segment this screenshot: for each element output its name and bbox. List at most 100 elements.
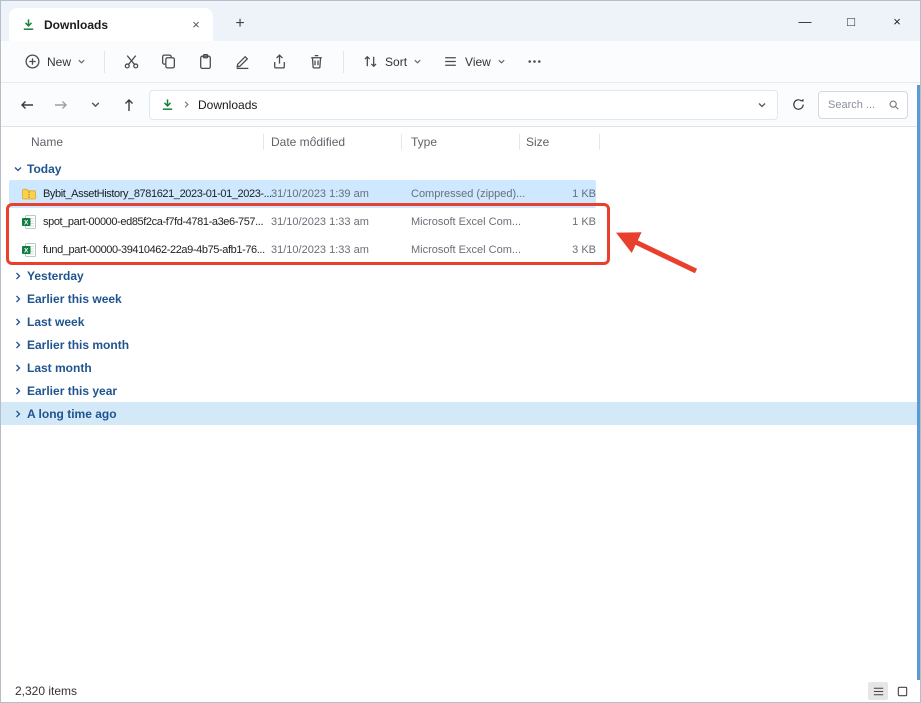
file-name: spot_part-00000-ed85f2ca-f7fd-4781-a3e6-… bbox=[43, 216, 271, 228]
toolbar-divider bbox=[104, 51, 105, 73]
chevron-down-icon bbox=[13, 164, 23, 174]
items-count: 2,320 items bbox=[15, 684, 77, 698]
paste-button[interactable] bbox=[188, 47, 223, 76]
group-header-yesterday[interactable]: Yesterday bbox=[9, 264, 596, 287]
view-icon bbox=[442, 53, 459, 70]
recent-locations-button[interactable] bbox=[81, 91, 109, 119]
toolbar-divider bbox=[343, 51, 344, 73]
view-toggles bbox=[868, 682, 912, 700]
address-bar[interactable]: Downloads bbox=[149, 90, 778, 120]
share-button[interactable] bbox=[262, 47, 297, 76]
address-dropdown-chevron-icon[interactable] bbox=[757, 100, 767, 110]
trash-icon bbox=[308, 53, 325, 70]
cut-button[interactable] bbox=[114, 47, 149, 76]
file-list-panel: Name Date modified Type Size Today bbox=[1, 127, 917, 680]
new-tab-button[interactable]: + bbox=[227, 11, 253, 37]
window-controls: — □ × bbox=[782, 1, 920, 41]
group-header-earlier-this-year[interactable]: Earlier this year bbox=[9, 379, 596, 402]
chevron-right-icon bbox=[13, 409, 23, 419]
column-separator[interactable] bbox=[599, 134, 600, 150]
view-button[interactable]: View bbox=[433, 47, 515, 76]
file-date: 31/10/2023 1:33 am bbox=[271, 244, 411, 256]
chevron-right-icon bbox=[13, 294, 23, 304]
file-rows: Today Bybit_AssetHistory_8781621_2023-01… bbox=[9, 157, 917, 425]
file-size: 1 KB bbox=[526, 216, 596, 228]
file-row-spot-csv[interactable]: X spot_part-00000-ed85f2ca-f7fd-4781-a3e… bbox=[9, 208, 596, 236]
excel-file-icon: X bbox=[21, 214, 37, 230]
group-header-last-week[interactable]: Last week bbox=[9, 310, 596, 333]
column-header-type[interactable]: Type bbox=[411, 135, 526, 149]
status-bar: 2,320 items bbox=[1, 680, 920, 702]
excel-file-icon: X bbox=[21, 242, 37, 258]
delete-button[interactable] bbox=[299, 47, 334, 76]
plus-circle-icon bbox=[24, 53, 41, 70]
scissors-icon bbox=[123, 53, 140, 70]
chevron-right-icon bbox=[13, 363, 23, 373]
file-size: 1 KB bbox=[526, 188, 596, 200]
tab-close-button[interactable]: × bbox=[187, 16, 205, 34]
large-icons-view-button[interactable] bbox=[892, 682, 912, 700]
group-header-a-long-time-ago[interactable]: A long time ago bbox=[1, 402, 917, 425]
explorer-tab[interactable]: Downloads × bbox=[9, 8, 213, 41]
chevron-down-icon bbox=[413, 57, 422, 66]
file-row-bybit-zip[interactable]: Bybit_AssetHistory_8781621_2023-01-01_20… bbox=[9, 180, 596, 208]
sort-button[interactable]: Sort bbox=[353, 47, 431, 76]
file-explorer-window: Downloads × + — □ × New bbox=[0, 0, 921, 703]
chevron-down-icon bbox=[497, 57, 506, 66]
new-button[interactable]: New bbox=[15, 47, 95, 76]
copy-button[interactable] bbox=[151, 47, 186, 76]
group-header-earlier-this-week[interactable]: Earlier this week bbox=[9, 287, 596, 310]
file-date: 31/10/2023 1:33 am bbox=[271, 216, 411, 228]
sort-button-label: Sort bbox=[385, 55, 407, 69]
sort-ascending-caret-icon bbox=[309, 134, 318, 142]
rename-icon bbox=[234, 53, 251, 70]
search-icon bbox=[888, 99, 900, 111]
new-button-label: New bbox=[47, 55, 71, 69]
breadcrumb-separator-icon bbox=[182, 100, 191, 109]
sort-icon bbox=[362, 53, 379, 70]
group-header-last-month[interactable]: Last month bbox=[9, 356, 596, 379]
chevron-right-icon bbox=[13, 340, 23, 350]
up-button[interactable] bbox=[115, 91, 143, 119]
search-box bbox=[818, 91, 908, 119]
group-header-today[interactable]: Today bbox=[9, 157, 596, 180]
minimize-button[interactable]: — bbox=[782, 1, 828, 41]
svg-text:X: X bbox=[24, 248, 29, 255]
breadcrumb-downloads[interactable]: Downloads bbox=[198, 98, 257, 112]
details-view-button[interactable] bbox=[868, 682, 888, 700]
search-input[interactable] bbox=[826, 98, 884, 112]
copy-icon bbox=[160, 53, 177, 70]
file-name: fund_part-00000-39410462-22a9-4b75-afb1-… bbox=[43, 244, 271, 256]
more-options-button[interactable] bbox=[517, 47, 552, 76]
column-header-size[interactable]: Size bbox=[526, 135, 606, 149]
file-date: 31/10/2023 1:39 am bbox=[271, 188, 411, 200]
column-separator[interactable] bbox=[519, 134, 520, 150]
column-separator[interactable] bbox=[263, 134, 264, 150]
column-header-name[interactable]: Name bbox=[31, 135, 271, 149]
column-header-date-modified[interactable]: Date modified bbox=[271, 135, 411, 149]
forward-button[interactable] bbox=[47, 91, 75, 119]
downloads-icon bbox=[160, 97, 175, 112]
group-header-earlier-this-month[interactable]: Earlier this month bbox=[9, 333, 596, 356]
maximize-button[interactable]: □ bbox=[828, 1, 874, 41]
file-size: 3 KB bbox=[526, 244, 596, 256]
svg-text:X: X bbox=[24, 220, 29, 227]
title-bar: Downloads × + — □ × bbox=[1, 1, 920, 41]
chevron-right-icon bbox=[13, 386, 23, 396]
tab-title: Downloads bbox=[44, 18, 179, 32]
zip-file-icon bbox=[21, 186, 37, 202]
right-edge-scrollbar[interactable] bbox=[917, 85, 920, 680]
close-button[interactable]: × bbox=[874, 1, 920, 41]
command-toolbar: New bbox=[1, 41, 920, 83]
chevron-right-icon bbox=[13, 317, 23, 327]
back-button[interactable] bbox=[13, 91, 41, 119]
file-name: Bybit_AssetHistory_8781621_2023-01-01_20… bbox=[43, 188, 271, 200]
refresh-button[interactable] bbox=[784, 91, 812, 119]
file-type: Microsoft Excel Com... bbox=[411, 244, 526, 256]
rename-button[interactable] bbox=[225, 47, 260, 76]
view-button-label: View bbox=[465, 55, 491, 69]
column-separator[interactable] bbox=[401, 134, 402, 150]
file-row-fund-csv[interactable]: X fund_part-00000-39410462-22a9-4b75-afb… bbox=[9, 236, 596, 264]
clipboard-icon bbox=[197, 53, 214, 70]
chevron-down-icon bbox=[77, 57, 86, 66]
